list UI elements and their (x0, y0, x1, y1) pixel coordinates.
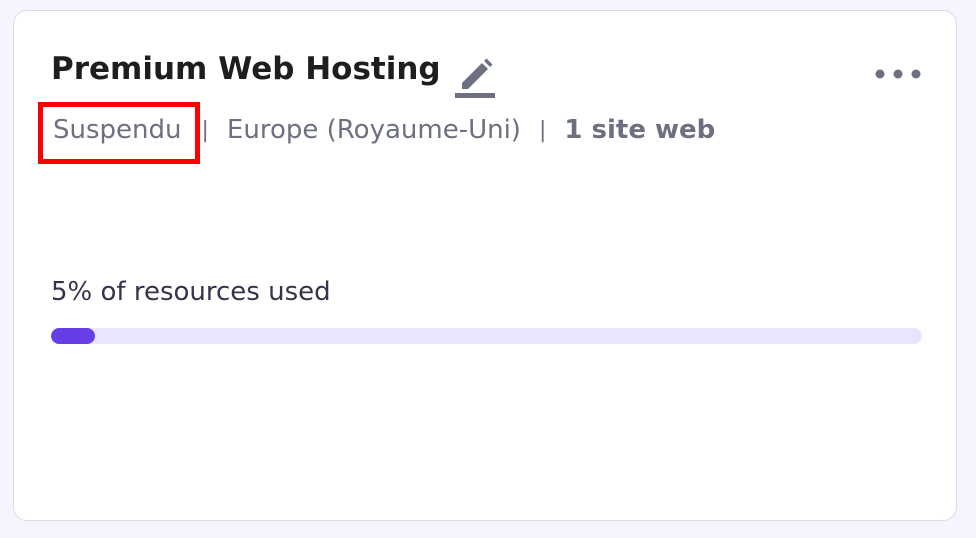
meta-separator: | (538, 117, 547, 143)
region-label: Europe (Royaume-Uni) (226, 115, 521, 145)
websites-count: 1 site web (564, 115, 716, 145)
plan-meta-row: Suspendu | Europe (Royaume-Uni) | 1 site… (38, 102, 716, 164)
hosting-plan-card: Premium Web Hosting Suspendu | Europe (R… (13, 10, 957, 521)
resource-usage-bar (51, 328, 922, 344)
resource-usage-fill (51, 328, 95, 344)
resource-usage-label: 5% of resources used (51, 277, 331, 307)
plan-title: Premium Web Hosting (51, 51, 441, 87)
more-horizontal-icon[interactable] (872, 61, 924, 87)
pencil-edit-icon[interactable] (452, 53, 498, 99)
status-label: Suspendu (38, 102, 200, 164)
meta-separator: | (201, 117, 209, 143)
